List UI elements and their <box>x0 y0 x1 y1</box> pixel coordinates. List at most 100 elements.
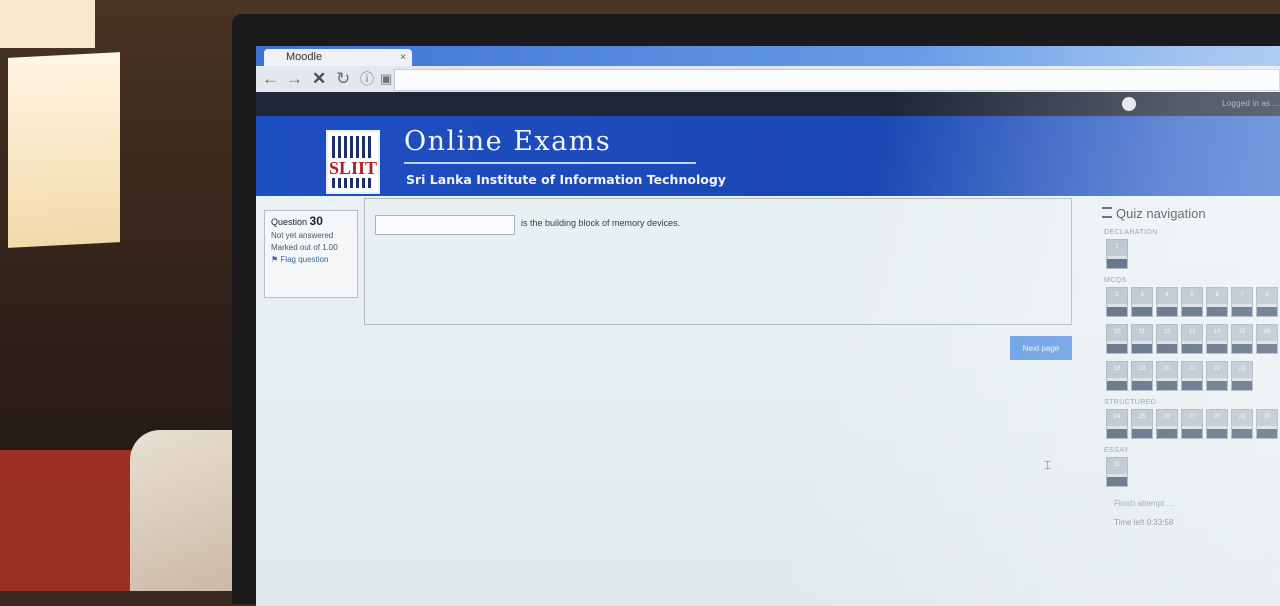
close-icon[interactable]: × <box>400 49 406 66</box>
quiz-question-number: 19 <box>1132 362 1152 378</box>
logo-text: SLIIT <box>328 158 378 178</box>
next-page-button[interactable]: Next page <box>1010 336 1072 360</box>
quiz-question-button[interactable]: 15 <box>1231 324 1253 354</box>
quiz-question-status-stripe <box>1107 344 1127 353</box>
quiz-question-button[interactable]: 3 <box>1131 287 1153 317</box>
quiz-navigation-label: Quiz navigation <box>1116 206 1206 221</box>
logo-band <box>332 178 374 188</box>
quiz-question-button[interactable]: 2 <box>1106 287 1128 317</box>
quiz-question-button[interactable]: 22 <box>1206 361 1228 391</box>
quiz-question-button[interactable]: 14 <box>1206 324 1228 354</box>
quiz-question-button[interactable]: 27 <box>1181 409 1203 439</box>
quiz-question-number: 5 <box>1182 288 1202 304</box>
user-menu[interactable]: Logged in as ... <box>1222 99 1280 108</box>
quiz-question-button[interactable]: 29 <box>1231 409 1253 439</box>
quiz-question-number: 25 <box>1132 410 1152 426</box>
quiz-button-row: 2345678 <box>1106 287 1280 317</box>
quiz-navigation-sections: DECLARATION 1 MCQS 2 3 4 5 6 7 8 10 11 12 13 14 15 16 18 1… <box>1096 229 1280 487</box>
quiz-question-button[interactable]: 16 <box>1256 324 1278 354</box>
quiz-question-number: 23 <box>1232 362 1252 378</box>
quiz-button-row: 1 <box>1106 239 1280 269</box>
quiz-question-button[interactable]: 31 <box>1106 457 1128 487</box>
quiz-question-button[interactable]: 30 <box>1256 409 1278 439</box>
info-icon[interactable]: ⓘ <box>360 69 374 89</box>
quiz-question-button[interactable]: 21 <box>1181 361 1203 391</box>
forward-arrow-icon[interactable]: → <box>286 69 303 89</box>
quiz-question-button[interactable]: 5 <box>1181 287 1203 317</box>
quiz-question-number: 8 <box>1257 288 1277 304</box>
quiz-question-status-stripe <box>1232 307 1252 316</box>
quiz-question-button[interactable]: 25 <box>1131 409 1153 439</box>
quiz-question-status-stripe <box>1182 381 1202 390</box>
quiz-button-row: 10 11 12 13 14 15 16 <box>1106 324 1280 354</box>
quiz-section-label: MCQS <box>1104 277 1127 284</box>
question-text: is the building block of memory devices. <box>521 218 681 228</box>
quiz-question-button[interactable]: 28 <box>1206 409 1228 439</box>
sliit-logo: SLIIT <box>326 130 380 194</box>
quiz-question-number: 16 <box>1257 325 1277 341</box>
quiz-question-status-stripe <box>1257 429 1277 438</box>
quiz-question-number: 26 <box>1157 410 1177 426</box>
quiz-question-button[interactable]: 13 <box>1181 324 1203 354</box>
question-status: Not yet answered <box>271 231 334 240</box>
quiz-question-button[interactable]: 6 <box>1206 287 1228 317</box>
quiz-question-button[interactable]: 11 <box>1131 324 1153 354</box>
quiz-question-status-stripe <box>1132 429 1152 438</box>
quiz-question-status-stripe <box>1182 307 1202 316</box>
question-number-value: 30 <box>309 214 323 228</box>
quiz-question-status-stripe <box>1232 429 1252 438</box>
quiz-button-row: 31 <box>1106 457 1280 487</box>
page-icon[interactable]: ▣ <box>380 69 392 89</box>
quiz-question-number: 22 <box>1207 362 1227 378</box>
quiz-question-status-stripe <box>1157 381 1177 390</box>
question-info: Question 30 Not yet answered Marked out … <box>264 210 358 298</box>
quiz-question-number: 10 <box>1107 325 1127 341</box>
browser-tab[interactable]: Moodle × <box>264 49 412 66</box>
finish-attempt-link[interactable]: Finish attempt ... <box>1114 499 1280 508</box>
window-light-top <box>0 0 95 48</box>
quiz-question-number: 6 <box>1207 288 1227 304</box>
time-left-label: Time left <box>1114 518 1145 527</box>
logo-pattern <box>332 136 374 158</box>
flag-question-button[interactable]: ⚑ Flag question <box>271 255 351 264</box>
mouse-cursor: ⌶ <box>1044 458 1052 472</box>
quiz-question-button[interactable]: 4 <box>1156 287 1178 317</box>
quiz-question-button[interactable]: 20 <box>1156 361 1178 391</box>
quiz-question-status-stripe <box>1157 344 1177 353</box>
quiz-question-button[interactable]: 23 <box>1231 361 1253 391</box>
address-bar[interactable] <box>394 69 1280 91</box>
site-subtitle: Sri Lanka Institute of Information Techn… <box>406 172 726 187</box>
quiz-question-button[interactable]: 18 <box>1106 361 1128 391</box>
user-bar: Logged in as ... <box>256 92 1280 116</box>
quiz-question-number: 3 <box>1132 288 1152 304</box>
question-number: Question 30 <box>271 214 351 228</box>
quiz-button-row: 18 19 20 21 22 23 <box>1106 361 1280 391</box>
quiz-question-button[interactable]: 26 <box>1156 409 1178 439</box>
back-arrow-icon[interactable]: ← <box>262 69 279 89</box>
reload-icon[interactable]: ↻ <box>336 69 350 89</box>
quiz-question-button[interactable]: 12 <box>1156 324 1178 354</box>
time-left: Time left 0:33:58 <box>1114 518 1280 527</box>
question-label: Question <box>271 217 308 227</box>
quiz-question-status-stripe <box>1232 381 1252 390</box>
quiz-question-number: 13 <box>1182 325 1202 341</box>
quiz-question-status-stripe <box>1107 429 1127 438</box>
quiz-question-status-stripe <box>1182 344 1202 353</box>
quiz-question-status-stripe <box>1257 344 1277 353</box>
quiz-question-button[interactable]: 24 <box>1106 409 1128 439</box>
quiz-button-row: 24 25 26 27 28 29 30 <box>1106 409 1280 439</box>
quiz-question-button[interactable]: 7 <box>1231 287 1253 317</box>
quiz-question-status-stripe <box>1157 429 1177 438</box>
quiz-question-button[interactable]: 1 <box>1106 239 1128 269</box>
quiz-question-button[interactable]: 8 <box>1256 287 1278 317</box>
quiz-question-status-stripe <box>1257 307 1277 316</box>
stop-icon[interactable]: ✕ <box>312 69 326 89</box>
quiz-question-status-stripe <box>1132 344 1152 353</box>
window-light <box>8 52 120 248</box>
quiz-question-button[interactable]: 10 <box>1106 324 1128 354</box>
answer-input[interactable] <box>375 215 515 235</box>
quiz-question-button[interactable]: 19 <box>1131 361 1153 391</box>
quiz-question-number: 11 <box>1132 325 1152 341</box>
avatar[interactable] <box>1122 97 1136 111</box>
tab-title: Moodle <box>286 51 323 63</box>
